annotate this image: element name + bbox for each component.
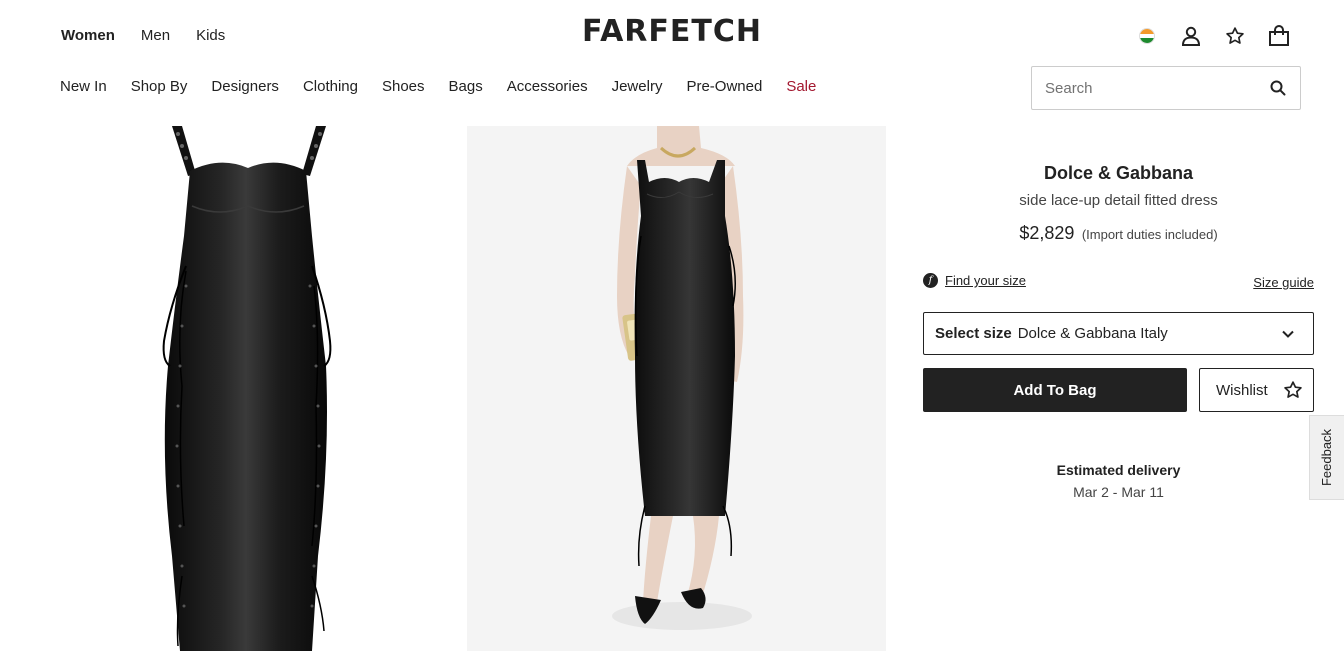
find-your-size-link[interactable]: f Find your size — [923, 273, 1026, 288]
find-your-size-label: Find your size — [945, 273, 1026, 288]
nav-bags[interactable]: Bags — [449, 78, 483, 95]
size-select-value: Dolce & Gabbana Italy — [1017, 325, 1168, 342]
nav-designers[interactable]: Designers — [211, 78, 279, 95]
size-select[interactable]: Select size Dolce & Gabbana Italy — [923, 312, 1314, 355]
price-row: $2,829 (Import duties included) — [923, 223, 1314, 244]
size-select-label: Select size — [935, 325, 1012, 342]
product-image-model[interactable] — [467, 126, 886, 651]
account-icon[interactable] — [1179, 24, 1203, 48]
shopping-bag-icon[interactable] — [1267, 24, 1291, 48]
product-info: Dolce & Gabbana side lace-up detail fitt… — [923, 160, 1314, 500]
search-input[interactable] — [1032, 68, 1252, 108]
tab-women[interactable]: Women — [61, 27, 115, 44]
product-price: $2,829 — [1019, 223, 1075, 243]
product-image-main[interactable] — [0, 126, 430, 651]
estimated-delivery: Estimated delivery Mar 2 - Mar 11 — [923, 462, 1314, 500]
nav-shop-by[interactable]: Shop By — [131, 78, 188, 95]
feedback-label: Feedback — [1319, 428, 1335, 487]
gender-nav: Women Men Kids — [61, 27, 225, 44]
farfetch-logo[interactable]: FARFETCH — [582, 14, 762, 49]
chevron-down-icon — [1281, 327, 1295, 345]
nav-jewelry[interactable]: Jewelry — [612, 78, 663, 95]
header-icons — [1135, 24, 1291, 48]
duties-note: (Import duties included) — [1081, 227, 1218, 242]
tab-kids[interactable]: Kids — [196, 27, 225, 44]
star-icon — [1283, 380, 1303, 404]
search-icon[interactable] — [1270, 80, 1286, 96]
nav-new-in[interactable]: New In — [60, 78, 107, 95]
nav-accessories[interactable]: Accessories — [507, 78, 588, 95]
nav-clothing[interactable]: Clothing — [303, 78, 358, 95]
add-to-bag-button[interactable]: Add To Bag — [923, 368, 1187, 412]
wishlist-star-icon[interactable] — [1223, 24, 1247, 48]
nav-sale[interactable]: Sale — [786, 78, 816, 95]
delivery-title: Estimated delivery — [1056, 462, 1181, 478]
product-name: side lace-up detail fitted dress — [1019, 192, 1218, 209]
nav-shoes[interactable]: Shoes — [382, 78, 425, 95]
india-flag-icon[interactable] — [1135, 24, 1159, 48]
fit-predictor-icon: f — [923, 273, 938, 288]
feedback-tab[interactable]: Feedback — [1309, 415, 1344, 500]
main-nav: New In Shop By Designers Clothing Shoes … — [60, 78, 816, 95]
nav-pre-owned[interactable]: Pre-Owned — [686, 78, 762, 95]
size-guide-link[interactable]: Size guide — [1253, 275, 1314, 290]
product-brand[interactable]: Dolce & Gabbana — [923, 163, 1314, 184]
search-box — [1031, 66, 1301, 110]
delivery-dates: Mar 2 - Mar 11 — [1073, 484, 1164, 500]
tab-men[interactable]: Men — [141, 27, 170, 44]
wishlist-button[interactable]: Wishlist — [1199, 368, 1314, 412]
size-links: f Find your size Size guide — [923, 273, 1314, 293]
wishlist-label: Wishlist — [1216, 381, 1268, 399]
